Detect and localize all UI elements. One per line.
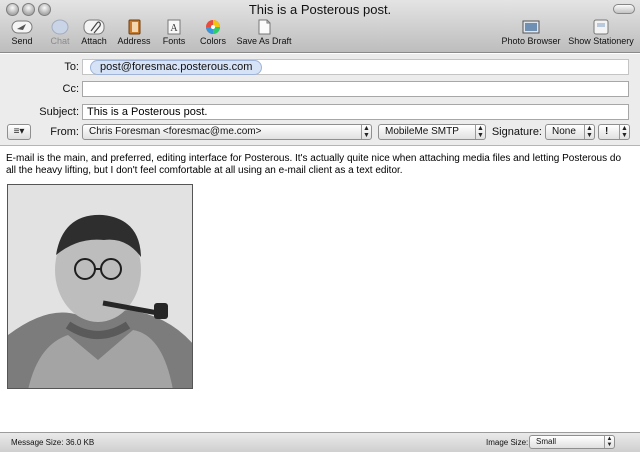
signature-value: None (552, 126, 576, 137)
fonts-label: Fonts (162, 36, 186, 46)
photo-browser-icon (522, 20, 540, 34)
list-options-icon: ≡▾ (13, 126, 25, 137)
photo-browser-label: Photo Browser (501, 36, 561, 46)
portrait-image (8, 185, 192, 388)
priority-popup[interactable]: ! ▲ ▼ (598, 124, 630, 140)
chat-label: Chat (50, 36, 70, 46)
address-button[interactable]: Address (114, 19, 154, 46)
stationery-icon (593, 19, 609, 35)
show-stationery-label: Show Stationery (568, 36, 634, 46)
smtp-popup[interactable]: MobileMe SMTP ▲ ▼ (378, 124, 486, 140)
colors-label: Colors (199, 36, 226, 46)
status-bar: Message Size: 36.0 KB Image Size: Small … (0, 432, 640, 452)
compose-window: This is a Posterous post. Send Chat Atta… (0, 0, 640, 452)
window-title: This is a Posterous post. (248, 2, 392, 17)
updown-arrows-icon: ▲ ▼ (604, 436, 614, 448)
fonts-icon: A (167, 19, 181, 35)
from-popup[interactable]: Chris Foresman <foresmac@me.com> ▲ ▼ (82, 124, 372, 140)
attached-photo[interactable] (7, 184, 193, 389)
updown-arrows-icon: ▲ ▼ (475, 125, 485, 139)
message-size-label: Message Size: 36.0 KB (11, 438, 95, 447)
cc-label: Cc: (62, 83, 80, 95)
recipient-token[interactable]: post@foresmac.posterous.com (90, 60, 263, 75)
body-text[interactable]: E-mail is the main, and preferred, editi… (6, 153, 626, 177)
address-label: Address (117, 36, 151, 46)
send-button[interactable]: Send (5, 19, 39, 46)
priority-value: ! (605, 126, 609, 137)
message-body[interactable]: E-mail is the main, and preferred, editi… (0, 147, 640, 432)
image-size-label: Image Size: (486, 438, 529, 447)
photo-browser-button[interactable]: Photo Browser (500, 19, 562, 46)
from-label: From: (50, 126, 79, 138)
chat-icon (51, 19, 69, 35)
colors-button[interactable]: Colors (196, 19, 230, 46)
attach-button[interactable]: Attach (78, 19, 110, 46)
image-size-value: Small (536, 437, 557, 446)
title-toolbar: This is a Posterous post. Send Chat Atta… (0, 0, 640, 53)
subject-field[interactable]: This is a Posterous post. (82, 104, 629, 120)
paperclip-icon (83, 19, 105, 35)
svg-text:A: A (170, 23, 178, 34)
cc-field[interactable] (82, 81, 629, 97)
smtp-value: MobileMe SMTP (385, 126, 459, 137)
signature-label: Signature: (491, 126, 542, 138)
fonts-button[interactable]: A Fonts (160, 19, 188, 46)
image-size-popup[interactable]: Small ▲ ▼ (529, 435, 615, 449)
address-book-icon (128, 19, 141, 35)
save-as-draft-button[interactable]: Save As Draft (234, 19, 294, 46)
to-label: To: (64, 61, 79, 73)
send-icon (11, 20, 33, 34)
updown-arrows-icon: ▲ ▼ (619, 125, 629, 139)
send-label: Send (11, 36, 33, 46)
save-as-draft-label: Save As Draft (236, 36, 292, 46)
color-wheel-icon (206, 20, 220, 34)
header-options-button[interactable]: ≡▾ (7, 124, 31, 140)
chat-button[interactable]: Chat (44, 19, 76, 46)
updown-arrows-icon: ▲ ▼ (584, 125, 594, 139)
toolbar-toggle-button[interactable] (613, 4, 635, 14)
show-stationery-button[interactable]: Show Stationery (566, 19, 636, 46)
signature-popup[interactable]: None ▲ ▼ (545, 124, 595, 140)
draft-document-icon (258, 19, 271, 35)
message-header: To: post@foresmac.posterous.com Cc: Subj… (0, 54, 640, 146)
subject-label: Subject: (39, 106, 79, 118)
attach-label: Attach (81, 36, 107, 46)
from-value: Chris Foresman <foresmac@me.com> (89, 126, 262, 137)
updown-arrows-icon: ▲ ▼ (361, 125, 371, 139)
